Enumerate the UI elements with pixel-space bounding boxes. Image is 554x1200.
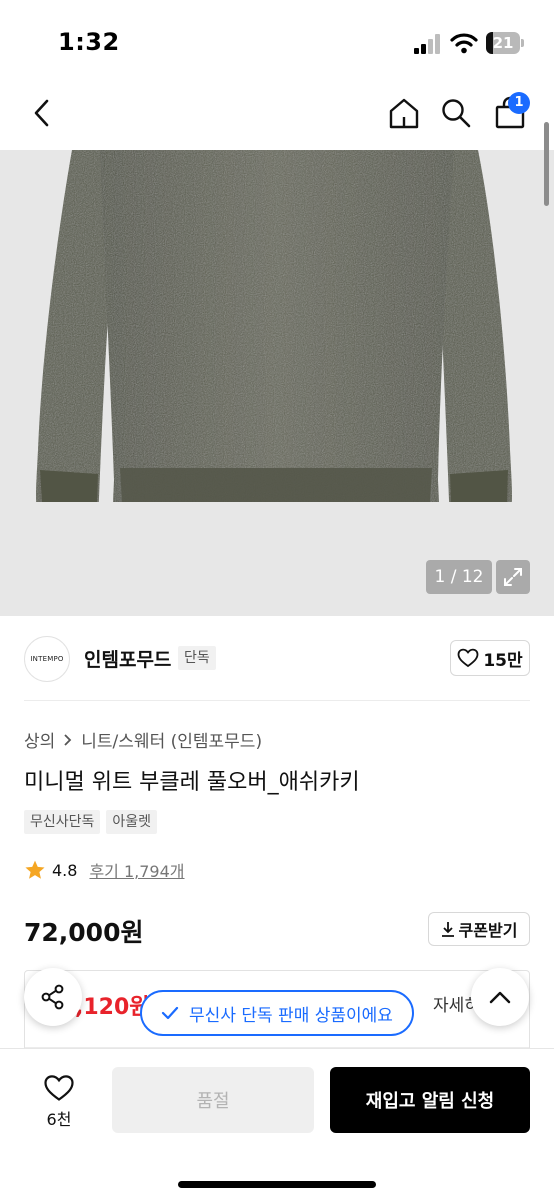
exclusive-sale-banner[interactable]: 무신사 단독 판매 상품이에요 — [140, 990, 414, 1036]
download-icon — [441, 922, 454, 937]
rating-row: 4.8 후기 1,794개 — [24, 858, 185, 882]
brand-like-count: 15만 — [483, 650, 523, 671]
battery-level: 21 — [492, 34, 514, 52]
breadcrumb-item-knit[interactable]: 니트/스웨터 (인템포무드) — [81, 727, 262, 752]
status-time: 1:32 — [58, 28, 120, 56]
cart-count-badge: 1 — [508, 92, 530, 114]
product-title: 미니멀 위트 부클레 풀오버_애쉬카키 — [24, 770, 360, 795]
search-button[interactable] — [436, 93, 476, 133]
tag-outlet: 아울렛 — [106, 810, 158, 834]
breadcrumb-item-top[interactable]: 상의 — [24, 727, 55, 752]
brand-exclusive-tag: 단독 — [178, 646, 216, 670]
tag-musinsa-exclusive: 무신사단독 — [24, 810, 101, 834]
review-link[interactable]: 후기 1,794개 — [89, 858, 184, 882]
back-button[interactable] — [22, 93, 62, 133]
scrollbar[interactable] — [544, 122, 549, 206]
product-tags: 무신사단독 아울렛 — [24, 810, 158, 834]
chevron-right-icon — [64, 733, 72, 746]
brand-logo[interactable]: INTEMPO — [24, 636, 70, 682]
check-icon — [161, 1006, 179, 1020]
share-icon — [41, 984, 64, 1010]
product-price: 72,000원 — [24, 918, 144, 947]
home-icon — [389, 98, 419, 129]
heart-icon — [457, 648, 479, 668]
brand-name[interactable]: 인템포무드 — [84, 645, 171, 672]
brand-row: INTEMPO 인템포무드 단독 15만 — [0, 616, 554, 702]
product-image[interactable]: 1 / 12 — [0, 150, 554, 616]
search-icon — [442, 99, 471, 128]
soldout-button: 품절 — [112, 1067, 314, 1133]
star-icon — [25, 860, 45, 879]
coupon-label: 쿠폰받기 — [458, 921, 518, 940]
rating-score: 4.8 — [52, 860, 78, 880]
discount-price: ,120원 — [75, 995, 150, 1020]
image-counter: 1 / 12 — [426, 560, 492, 594]
divider — [24, 700, 530, 701]
signal-icon — [414, 34, 440, 54]
breadcrumb: 상의 니트/스웨터 (인템포무드) — [24, 727, 262, 752]
top-nav — [0, 80, 554, 150]
home-button[interactable] — [384, 93, 424, 133]
wifi-icon — [450, 33, 478, 54]
exclusive-sale-text: 무신사 단독 판매 상품이에요 — [189, 1005, 393, 1026]
brand-like-button[interactable]: 15만 — [450, 640, 530, 676]
expand-icon — [504, 568, 522, 586]
coupon-button[interactable]: 쿠폰받기 — [428, 912, 530, 946]
chevron-left-icon — [34, 99, 49, 127]
status-bar: 1:32 21 — [0, 0, 554, 80]
battery-icon: 21 — [486, 32, 524, 54]
wishlist-button[interactable]: 6천 — [24, 1069, 94, 1135]
wishlist-count: 6천 — [46, 1110, 72, 1129]
share-button[interactable] — [24, 968, 82, 1026]
restock-alert-button[interactable]: 재입고 알림 신청 — [330, 1067, 530, 1133]
scroll-top-button[interactable] — [471, 968, 529, 1026]
chevron-up-icon — [489, 991, 511, 1004]
bottom-action-bar: 6천 품절 재입고 알림 신청 — [0, 1048, 554, 1200]
expand-image-button[interactable] — [496, 560, 530, 594]
home-indicator — [178, 1181, 376, 1188]
sweater-photo — [0, 150, 554, 616]
heart-icon — [44, 1075, 74, 1101]
